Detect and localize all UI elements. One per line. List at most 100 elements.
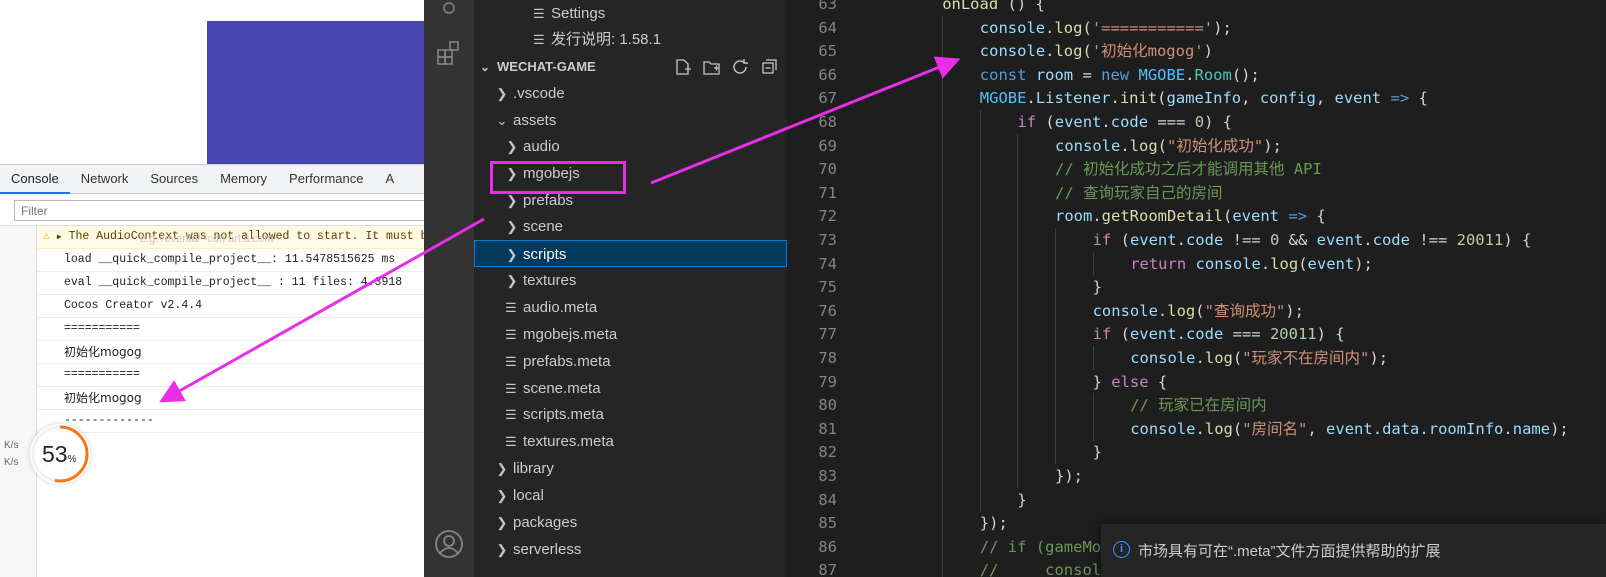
extension-recommendation-toast[interactable]: i 市场具有可在“.meta”文件方面提供帮助的扩展 bbox=[1101, 524, 1606, 577]
code-token: . bbox=[1092, 207, 1102, 226]
code-token: log bbox=[1270, 254, 1299, 273]
code-token: const bbox=[979, 65, 1027, 84]
workspace-section-header[interactable]: ⌄ WECHAT-GAME bbox=[474, 54, 787, 80]
tree-item-assets[interactable]: ⌄ assets bbox=[474, 107, 787, 134]
tree-item-scene-meta[interactable]: ☰ scene.meta bbox=[474, 375, 787, 402]
new-file-icon[interactable] bbox=[673, 54, 692, 80]
tree-item-audio-meta[interactable]: ☰ audio.meta bbox=[474, 294, 787, 321]
code-line[interactable]: 67 MGOBE.Listener.init(gameInfo, config, … bbox=[787, 86, 1606, 111]
code-token: room bbox=[1055, 207, 1093, 226]
new-folder-icon[interactable] bbox=[702, 54, 721, 80]
debug-icon[interactable] bbox=[424, 0, 474, 28]
line-number: 68 bbox=[818, 113, 837, 131]
indent-guide bbox=[1017, 464, 1019, 488]
code-editor[interactable]: 63 onLoad () {64 console.log('==========='… bbox=[787, 0, 1606, 577]
tree-item-prefabs[interactable]: ❯ prefabs bbox=[474, 187, 787, 214]
indent-guide bbox=[1017, 204, 1019, 229]
code-line[interactable]: 80 // 玩家已在房间内 bbox=[787, 393, 1606, 418]
code-line[interactable]: 74 return console.log(event); bbox=[787, 251, 1606, 276]
editor-item-release-notes[interactable]: ☰ 发行说明: 1.58.1 bbox=[474, 26, 787, 53]
workspace-title: WECHAT-GAME bbox=[497, 59, 596, 74]
tree-item-library[interactable]: ❯ library bbox=[474, 455, 787, 482]
code-token: . bbox=[1026, 89, 1036, 108]
chevron-right-icon: ❯ bbox=[506, 247, 518, 262]
code-line[interactable]: 81 console.log("房间名", event.data.roomInfo… bbox=[787, 416, 1606, 441]
indent-guide bbox=[942, 416, 944, 441]
tree-item-textures[interactable]: ❯ textures bbox=[474, 267, 787, 294]
code-token: event bbox=[1054, 113, 1102, 131]
expand-arrow-icon[interactable]: ▶ bbox=[57, 233, 62, 242]
indent-guide bbox=[1017, 251, 1019, 276]
tree-item-scene[interactable]: ❯ scene bbox=[474, 213, 787, 240]
tree-item-mgobejs-meta[interactable]: ☰ mgobejs.meta bbox=[474, 321, 787, 348]
game-preview-canvas[interactable] bbox=[207, 21, 424, 164]
tree-item-mgobejs[interactable]: ❯ mgobejs bbox=[474, 160, 787, 187]
tree-item-textures-meta[interactable]: ☰ textures.meta bbox=[474, 428, 787, 455]
code-line[interactable]: 65 console.log('初始化mogog') bbox=[787, 39, 1606, 64]
code-line[interactable]: 82} bbox=[787, 440, 1606, 465]
account-icon[interactable] bbox=[424, 524, 474, 564]
tree-item-serverless[interactable]: ❯ serverless bbox=[474, 536, 787, 563]
tree-item-vscode[interactable]: ❯ .vscode bbox=[474, 80, 787, 107]
file-lines-icon: ☰ bbox=[505, 354, 517, 369]
code-token: ); bbox=[1263, 136, 1282, 155]
code-token: ( bbox=[1232, 349, 1243, 367]
browser-panel: Console Network Sources Memory Performan… bbox=[0, 0, 424, 577]
code-text: console.log('==========='); bbox=[980, 16, 1232, 40]
extensions-icon[interactable] bbox=[424, 33, 474, 73]
tree-item-prefabs-meta[interactable]: ☰ prefabs.meta bbox=[474, 348, 787, 375]
console-output: ⚠ ▶ The AudioContext was not allowed to … bbox=[37, 226, 424, 433]
refresh-icon[interactable] bbox=[731, 54, 750, 80]
console-filter-input[interactable] bbox=[14, 200, 424, 221]
console-line: eval __quick_compile_project__ : 11 file… bbox=[37, 272, 424, 295]
code-line[interactable]: 77 if (event.code === 20011) { bbox=[787, 322, 1606, 347]
code-line[interactable]: 84} bbox=[787, 487, 1606, 512]
code-line[interactable]: 70 // 初始化成功之后才能调用其他 API bbox=[787, 157, 1606, 182]
collapse-all-icon[interactable] bbox=[760, 54, 779, 80]
tab-sources[interactable]: Sources bbox=[139, 165, 209, 194]
code-line[interactable]: 64 console.log('==========='); bbox=[787, 15, 1606, 40]
code-text: console.log("房间名", event.data.roomInfo.n… bbox=[1130, 417, 1569, 441]
code-line[interactable]: 68 if (event.code === 0) { bbox=[787, 110, 1606, 134]
code-token: event bbox=[1334, 89, 1382, 108]
code-line[interactable]: 78 console.log("玩家不在房间内"); bbox=[787, 346, 1606, 370]
editor-item-settings[interactable]: ☰ Settings bbox=[474, 0, 787, 27]
tab-performance[interactable]: Performance bbox=[278, 165, 374, 194]
network-speed-widget[interactable]: K/s K/s 53% bbox=[0, 424, 95, 484]
code-line[interactable]: 66 const room = new MGOBE.Room(); bbox=[787, 62, 1606, 87]
indent-guide bbox=[1017, 369, 1019, 394]
file-lines-icon: ☰ bbox=[505, 434, 517, 449]
code-line[interactable]: 73 if (event.code !== 0 && event.code !==… bbox=[787, 228, 1606, 252]
code-token: ) { bbox=[1503, 231, 1532, 249]
code-line[interactable]: 63 onLoad () { bbox=[787, 0, 1606, 16]
code-token: return bbox=[1130, 254, 1187, 273]
code-line[interactable]: 83}); bbox=[787, 464, 1606, 488]
tree-item-packages[interactable]: ❯ packages bbox=[474, 509, 787, 536]
code-line[interactable]: 76 console.log("查询成功"); bbox=[787, 298, 1606, 323]
code-line[interactable]: 75} bbox=[787, 275, 1606, 300]
code-token: "房间名" bbox=[1242, 419, 1308, 438]
tree-item-scripts-meta[interactable]: ☰ scripts.meta bbox=[474, 401, 787, 428]
indent-guide bbox=[942, 511, 944, 536]
indent-guide bbox=[979, 369, 981, 394]
indent-guide bbox=[1055, 416, 1056, 441]
code-token: if bbox=[1092, 231, 1112, 249]
code-line[interactable]: 69 console.log("初始化成功"); bbox=[787, 133, 1606, 158]
tab-console[interactable]: Console bbox=[0, 165, 70, 194]
tree-item-scripts[interactable]: ❯ scripts bbox=[474, 240, 787, 267]
tree-item-label: mgobejs.meta bbox=[523, 326, 618, 343]
tab-more[interactable]: A bbox=[374, 165, 405, 194]
code-token: ( bbox=[1082, 18, 1092, 37]
code-line[interactable]: 79} else { bbox=[787, 369, 1606, 394]
code-line[interactable]: 71 // 查询玩家自己的房间 bbox=[787, 180, 1606, 205]
file-lines-icon: ☰ bbox=[505, 407, 517, 422]
indent-guide bbox=[979, 393, 981, 418]
code-token: . bbox=[1503, 419, 1513, 438]
line-number: 72 bbox=[818, 207, 837, 226]
tree-item-local[interactable]: ❯ local bbox=[474, 482, 787, 509]
code-line[interactable]: 72 room.getRoomDetail(event => { bbox=[787, 204, 1606, 229]
tab-network[interactable]: Network bbox=[70, 165, 140, 194]
code-token: ( bbox=[1195, 301, 1205, 320]
tab-memory[interactable]: Memory bbox=[209, 165, 278, 194]
tree-item-audio[interactable]: ❯ audio bbox=[474, 133, 787, 160]
